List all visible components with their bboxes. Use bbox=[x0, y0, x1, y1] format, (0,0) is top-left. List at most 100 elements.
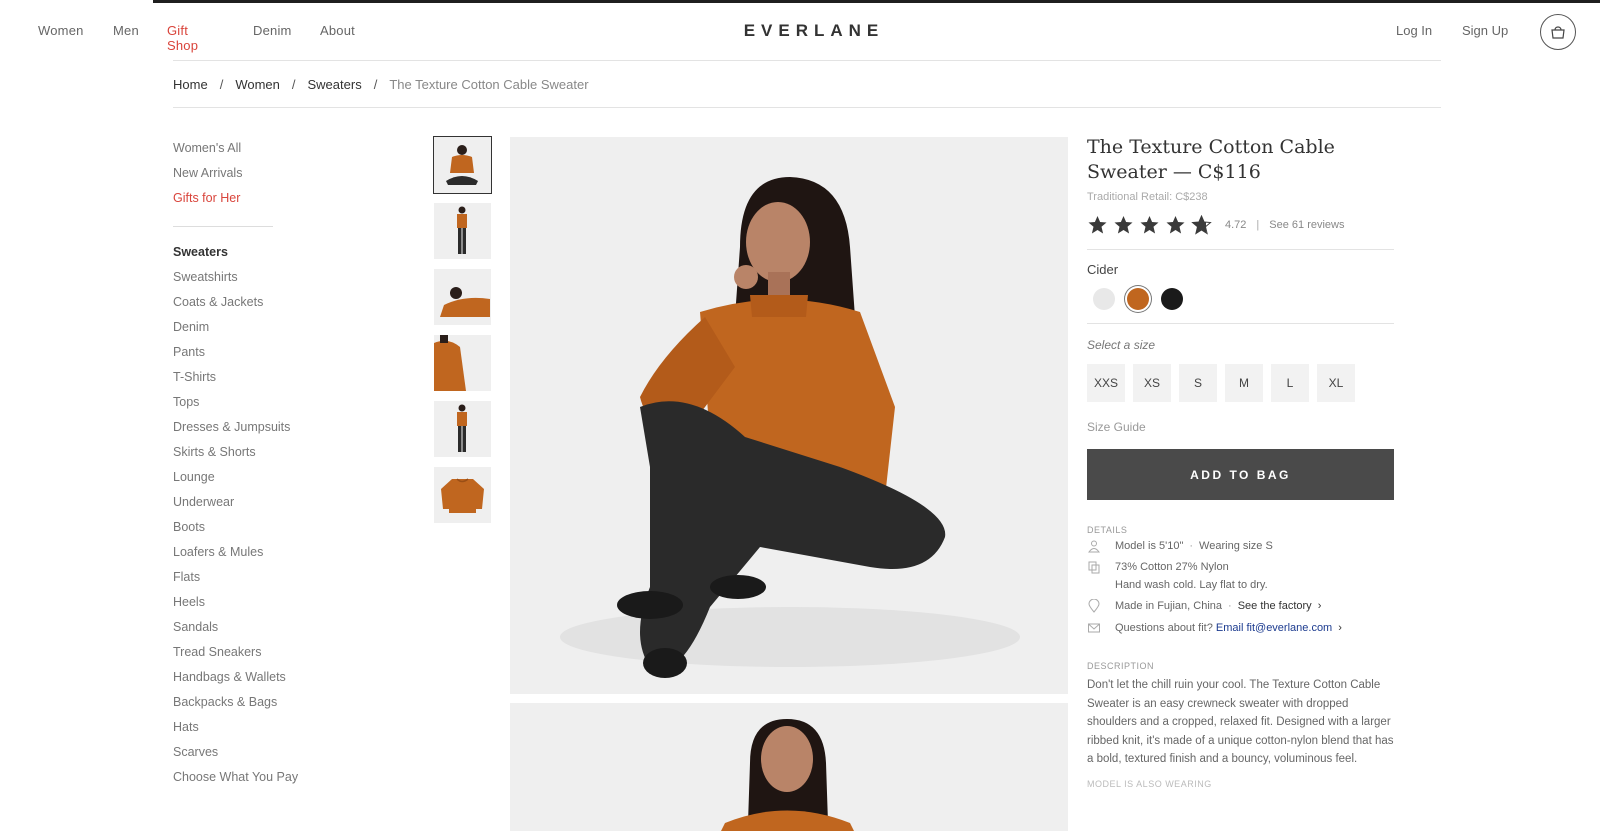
star-icon bbox=[1140, 216, 1159, 234]
main-product-image[interactable] bbox=[510, 137, 1068, 694]
sidebar-item-denim[interactable]: Denim bbox=[173, 320, 209, 334]
sidebar-item-womens-all[interactable]: Women's All bbox=[173, 141, 241, 155]
divider bbox=[1087, 249, 1394, 250]
sidebar-divider bbox=[173, 226, 273, 227]
product-info-panel: The Texture Cotton Cable Sweater — C$116… bbox=[1087, 135, 1394, 789]
sidebar-item-scarves[interactable]: Scarves bbox=[173, 745, 218, 759]
star-partial-icon bbox=[1191, 215, 1212, 235]
sidebar-item-choose-what-you-pay[interactable]: Choose What You Pay bbox=[173, 770, 298, 784]
sidebar-item-tops[interactable]: Tops bbox=[173, 395, 199, 409]
fabric-composition: 73% Cotton 27% Nylon bbox=[1115, 561, 1229, 573]
sidebar-item-gifts-for-her[interactable]: Gifts for Her bbox=[173, 191, 240, 205]
breadcrumb-current: The Texture Cotton Cable Sweater bbox=[389, 77, 589, 92]
sidebar-item-tread-sneakers[interactable]: Tread Sneakers bbox=[173, 645, 261, 659]
sidebar-item-underwear[interactable]: Underwear bbox=[173, 495, 234, 509]
fabric-tag-icon bbox=[1088, 561, 1100, 574]
size-l[interactable]: L bbox=[1271, 364, 1309, 402]
cart-button[interactable] bbox=[1540, 14, 1576, 50]
thumbnail-flat-lay[interactable] bbox=[434, 467, 491, 523]
secondary-product-image[interactable] bbox=[510, 703, 1068, 831]
detail-dot: · bbox=[1228, 600, 1232, 612]
swatch-light-gray[interactable] bbox=[1093, 288, 1115, 310]
color-name: Cider bbox=[1087, 262, 1119, 277]
size-selector: XXS XS S M L XL bbox=[1087, 364, 1394, 402]
size-xxs[interactable]: XXS bbox=[1087, 364, 1125, 402]
breadcrumb-separator: / bbox=[219, 77, 224, 92]
star-rating bbox=[1087, 215, 1212, 235]
chevron-right-icon: › bbox=[1317, 600, 1322, 612]
location-pin-icon bbox=[1088, 599, 1100, 613]
thumbnail-standing-front[interactable] bbox=[434, 203, 491, 259]
product-title: The Texture Cotton Cable Sweater — C$116 bbox=[1087, 135, 1394, 185]
breadcrumb-separator: / bbox=[291, 77, 296, 92]
detail-model: Model is 5'10" · Wearing size S bbox=[1087, 537, 1394, 555]
header-divider bbox=[173, 60, 1441, 61]
description-heading: DESCRIPTION bbox=[1087, 661, 1155, 671]
sidebar-item-backpacks-bags[interactable]: Backpacks & Bags bbox=[173, 695, 277, 709]
sidebar-item-new-arrivals[interactable]: New Arrivals bbox=[173, 166, 242, 180]
details-heading: DETAILS bbox=[1087, 525, 1128, 535]
sidebar-item-sweaters[interactable]: Sweaters bbox=[173, 245, 228, 259]
breadcrumb: Home / Women / Sweaters / The Texture Co… bbox=[173, 77, 589, 92]
size-xs[interactable]: XS bbox=[1133, 364, 1171, 402]
select-size-label: Select a size bbox=[1087, 338, 1156, 352]
sidebar-item-sandals[interactable]: Sandals bbox=[173, 620, 218, 634]
rating-separator: | bbox=[1256, 219, 1260, 231]
sidebar-item-lounge[interactable]: Lounge bbox=[173, 470, 215, 484]
login-link[interactable]: Log In bbox=[1396, 23, 1432, 38]
sidebar-item-heels[interactable]: Heels bbox=[173, 595, 205, 609]
sidebar-item-coats-jackets[interactable]: Coats & Jackets bbox=[173, 295, 263, 309]
sidebar-item-sweatshirts[interactable]: Sweatshirts bbox=[173, 270, 238, 284]
description-text: Don't let the chill ruin your cool. The … bbox=[1087, 679, 1394, 765]
shopping-bag-icon bbox=[1551, 26, 1565, 39]
breadcrumb-divider bbox=[173, 107, 1441, 108]
traditional-retail-price: Traditional Retail: C$238 bbox=[1087, 191, 1208, 203]
swatch-black[interactable] bbox=[1161, 288, 1183, 310]
add-to-bag-button[interactable]: ADD TO BAG bbox=[1087, 449, 1394, 500]
thumbnail-seated[interactable] bbox=[433, 136, 492, 194]
size-s[interactable]: S bbox=[1179, 364, 1217, 402]
breadcrumb-separator: / bbox=[373, 77, 378, 92]
divider bbox=[1087, 323, 1394, 324]
site-header: Women Men Gift Shop Denim About EVERLANE… bbox=[0, 3, 1600, 61]
size-guide-link[interactable]: Size Guide bbox=[1087, 420, 1394, 434]
breadcrumb-sweaters[interactable]: Sweaters bbox=[308, 77, 362, 92]
rating-row: 4.72 | See 61 reviews bbox=[1087, 215, 1394, 235]
breadcrumb-home[interactable]: Home bbox=[173, 77, 208, 92]
model-height: Model is 5'10" bbox=[1115, 540, 1184, 552]
see-reviews-link[interactable]: See 61 reviews bbox=[1269, 219, 1344, 231]
product-title-line1: The Texture Cotton Cable bbox=[1087, 136, 1335, 158]
swatch-cider[interactable] bbox=[1127, 288, 1149, 310]
detail-dot: · bbox=[1189, 540, 1194, 552]
sidebar-item-t-shirts[interactable]: T-Shirts bbox=[173, 370, 216, 384]
thumbnail-lying[interactable] bbox=[434, 269, 491, 325]
model-also-wearing-heading: MODEL IS ALSO WEARING bbox=[1087, 778, 1212, 789]
sidebar-item-pants[interactable]: Pants bbox=[173, 345, 205, 359]
size-xl[interactable]: XL bbox=[1317, 364, 1355, 402]
sidebar-item-hats[interactable]: Hats bbox=[173, 720, 199, 734]
email-fit-link[interactable]: Email fit@everlane.com bbox=[1216, 619, 1332, 637]
envelope-icon bbox=[1088, 623, 1100, 633]
model-size: Wearing size S bbox=[1199, 540, 1273, 552]
sidebar-item-boots[interactable]: Boots bbox=[173, 520, 205, 534]
everlane-logo[interactable]: EVERLANE bbox=[0, 21, 1600, 41]
sidebar-item-flats[interactable]: Flats bbox=[173, 570, 200, 584]
size-m[interactable]: M bbox=[1225, 364, 1263, 402]
made-in-text: Made in Fujian, China bbox=[1115, 600, 1223, 612]
chevron-right-icon: › bbox=[1338, 622, 1342, 634]
sidebar-item-skirts-shorts[interactable]: Skirts & Shorts bbox=[173, 445, 256, 459]
star-icon bbox=[1114, 216, 1133, 234]
thumbnail-standing-side[interactable] bbox=[434, 401, 491, 457]
product-title-line2: Sweater — C$116 bbox=[1087, 161, 1261, 183]
signup-link[interactable]: Sign Up bbox=[1462, 23, 1508, 38]
fit-question: Questions about fit? bbox=[1115, 622, 1213, 634]
sidebar-item-handbags-wallets[interactable]: Handbags & Wallets bbox=[173, 670, 286, 684]
sidebar-item-loafers-mules[interactable]: Loafers & Mules bbox=[173, 545, 263, 559]
care-instructions: Hand wash cold. Lay flat to dry. bbox=[1115, 579, 1268, 591]
breadcrumb-women[interactable]: Women bbox=[235, 77, 280, 92]
person-icon bbox=[1088, 540, 1100, 553]
thumbnail-back-detail[interactable] bbox=[434, 335, 491, 391]
detail-fit: Questions about fit? Email fit@everlane.… bbox=[1087, 619, 1394, 637]
see-the-factory-link[interactable]: See the factory bbox=[1238, 597, 1312, 615]
sidebar-item-dresses-jumpsuits[interactable]: Dresses & Jumpsuits bbox=[173, 420, 290, 434]
